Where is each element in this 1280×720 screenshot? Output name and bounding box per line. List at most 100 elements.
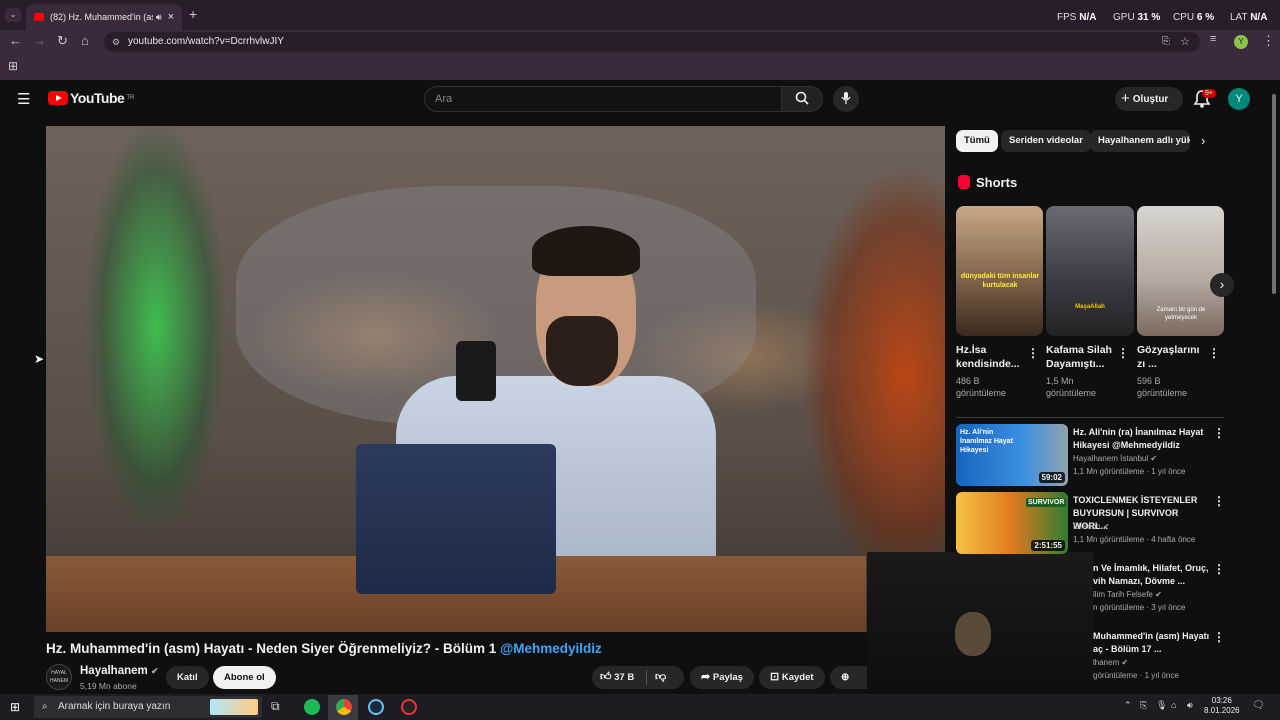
chip-all[interactable]: Tümü [956, 130, 998, 152]
task-view-icon[interactable]: ⧉ [271, 699, 280, 714]
more-actions-icon[interactable]: ⋮ [1117, 346, 1129, 360]
dislike-button[interactable]: 👎︎ [655, 666, 666, 689]
search-input[interactable]: Ara [424, 86, 782, 112]
taskbar-search-input[interactable]: ⌕ Aramak için buraya yazın [34, 696, 262, 718]
obs-app-icon[interactable] [401, 699, 417, 715]
recommendation-channel-text: ilim Tarih Felsefe [1093, 590, 1153, 599]
tray-device-icon[interactable]: ⎘ [1140, 700, 1147, 711]
page-scrollbar[interactable] [1272, 94, 1276, 294]
taskbar-clock[interactable]: 03:26 8.01.2026 [1204, 696, 1240, 716]
install-app-icon[interactable]: ⎘ [1162, 32, 1170, 52]
channel-name-text: Hayalhanem [80, 665, 148, 677]
microphone-tray-icon[interactable]: 🎙︎ [1156, 700, 1167, 711]
browser-menu-icon[interactable]: ⋮ [1262, 33, 1275, 49]
youtube-logo[interactable]: YouTube TR [48, 90, 134, 106]
shorts-next-icon[interactable]: › [1210, 273, 1234, 297]
account-avatar[interactable]: Y [1228, 88, 1250, 110]
recommendation-channel[interactable]: Elraenn ✔ [1073, 522, 1110, 531]
tab-list-dropdown-icon[interactable]: ⌄ [5, 8, 21, 22]
recommendation-meta: 1,1 Mn görüntüleme · 4 hafta önce [1073, 535, 1196, 544]
short-title[interactable]: Gözyaşlarını zı ... [1137, 343, 1207, 371]
short-views: 1,5 Mn görüntüleme [1046, 376, 1097, 398]
mention-link[interactable]: @Mehmedyildiz [500, 641, 602, 656]
chip-series[interactable]: Seriden videolar [1001, 130, 1091, 152]
new-tab-icon[interactable]: + [189, 6, 197, 22]
bookmark-star-icon[interactable]: ☆ [1180, 32, 1190, 52]
join-label: Katıl [177, 672, 198, 683]
voice-search-button[interactable] [833, 86, 859, 112]
recommendation-channel[interactable]: lhanem ✔ [1093, 658, 1128, 667]
short-thumbnail[interactable]: dünyadaki tüm insanlar kurtulacak [956, 206, 1043, 336]
recommendation-thumbnail[interactable]: SURVIVOR 2:51:55 [956, 492, 1068, 554]
home-icon[interactable]: ⌂ [81, 33, 89, 48]
short-views: 596 B görüntüleme [1137, 376, 1188, 398]
channel-name[interactable]: Hayalhanem ✔ [80, 665, 159, 677]
hamburger-menu-icon[interactable]: ☰ [17, 90, 30, 108]
more-actions-icon[interactable]: ⋮ [1027, 346, 1039, 360]
thumbs-up-icon: 👍︎ [600, 671, 612, 683]
chip-channel-uploads[interactable]: Hayalhanem adlı yük [1090, 130, 1190, 152]
thanks-button[interactable]: ⊕ Te [830, 666, 867, 706]
country-code: TR [126, 95, 135, 101]
hud-gpu-value: 31 % [1137, 12, 1161, 23]
short-thumbnail[interactable]: Zamanı bir gün de yetmeyecek [1137, 206, 1224, 336]
back-icon[interactable]: ← [9, 33, 22, 48]
subscribe-button[interactable]: Abone ol [213, 666, 276, 689]
recommendation-thumbnail[interactable]: Hz. Ali'nin İnanılmaz Hayat Hikayesi 59:… [956, 424, 1068, 486]
steam-app-icon[interactable] [368, 699, 384, 715]
reading-list-icon[interactable]: ≡ [1210, 33, 1216, 45]
channel-avatar[interactable]: HAYAL HANEM [46, 664, 72, 690]
spotify-app-icon[interactable] [304, 699, 320, 715]
notifications-center-icon[interactable]: 🗨︎ [1252, 700, 1265, 711]
video-person-hair [532, 226, 640, 276]
create-label: Oluştur [1132, 94, 1169, 105]
create-button[interactable]: + Oluştur [1115, 87, 1183, 111]
verified-icon: ✔ [1102, 522, 1110, 531]
network-icon[interactable]: ⌂ [1171, 700, 1176, 710]
like-button[interactable]: 👍︎ 37 B [600, 666, 634, 689]
recommendation-channel[interactable]: ilim Tarih Felsefe ✔ [1093, 590, 1162, 599]
recommendation-title[interactable]: n Ve İmamlık, Hilafet, Oruç, vih Namazı,… [1093, 562, 1211, 588]
thumbnail-text: Hz. Ali'nin İnanılmaz Hayat Hikayesi [960, 429, 1013, 454]
site-info-icon[interactable]: ⚙ [112, 32, 120, 52]
video-player[interactable] [46, 126, 945, 632]
more-actions-icon[interactable]: ⋮ [1208, 346, 1220, 360]
recommendation-channel[interactable]: Hayalhanem İstanbul ✔ [1073, 454, 1157, 463]
reload-icon[interactable]: ↻ [57, 33, 68, 49]
tray-overflow-icon[interactable]: ⌃ [1124, 700, 1132, 711]
video-title: Hz. Muhammed'in (asm) Hayatı - Neden Siy… [46, 641, 602, 656]
share-button[interactable]: ➦ Paylaş [690, 666, 754, 689]
recommendation-title[interactable]: Muhammed'in (asm) Hayatı aç - Bölüm 17 .… [1093, 630, 1211, 656]
apps-grid-icon[interactable]: ⊞ [8, 59, 18, 73]
hud-gpu: GPU 31 % [1113, 12, 1161, 23]
profile-avatar-icon[interactable]: Y [1234, 35, 1248, 49]
close-tab-icon[interactable]: × [168, 11, 174, 23]
chrome-app-icon[interactable] [336, 699, 352, 715]
chips-next-icon[interactable]: › [1201, 133, 1205, 148]
short-views: 486 B görüntüleme [956, 376, 1007, 398]
forward-icon[interactable]: → [33, 33, 46, 48]
recommendation-title[interactable]: Hz. Ali'nin (ra) İnanılmaz Hayat Hikayes… [1073, 426, 1213, 452]
save-button[interactable]: ⊡ Kaydet [759, 666, 825, 689]
address-bar[interactable]: ⚙ youtube.com/watch?v=DcrrhvlwJIY ⎘ ☆ [104, 32, 1200, 52]
search-icon: ⌕ [42, 701, 48, 712]
search-button[interactable] [781, 86, 823, 112]
hud-lat-value: N/A [1250, 12, 1268, 23]
more-actions-icon[interactable]: ⋮ [1213, 426, 1225, 440]
search-highlight-image [210, 699, 258, 715]
join-button[interactable]: Katıl [166, 666, 209, 689]
recommendation-meta: n görüntüleme · 3 yıl önce [1093, 603, 1186, 612]
more-actions-icon[interactable]: ⋮ [1213, 630, 1225, 644]
short-caption: MaşaAllah [1075, 304, 1105, 310]
short-title[interactable]: Hz.İsa kendisinde... [956, 343, 1026, 371]
browser-tab-active[interactable]: (82) Hz. Muhammed'in (asm) H 🔊︎ × [26, 4, 182, 30]
more-actions-icon[interactable]: ⋮ [1213, 562, 1225, 576]
windows-start-icon[interactable]: ⊞ [10, 700, 20, 714]
recommendation-channel-text: Hayalhanem İstanbul [1073, 454, 1149, 463]
short-thumbnail[interactable]: MaşaAllah [1046, 206, 1134, 336]
more-actions-icon[interactable]: ⋮ [1213, 494, 1225, 508]
logo-text: YouTube [70, 90, 125, 106]
short-title[interactable]: Kafama Silah Dayamıştı... [1046, 343, 1118, 371]
thumbnail-text: SURVIVOR [1026, 498, 1067, 507]
volume-icon[interactable]: 🔊︎ [1187, 700, 1193, 711]
